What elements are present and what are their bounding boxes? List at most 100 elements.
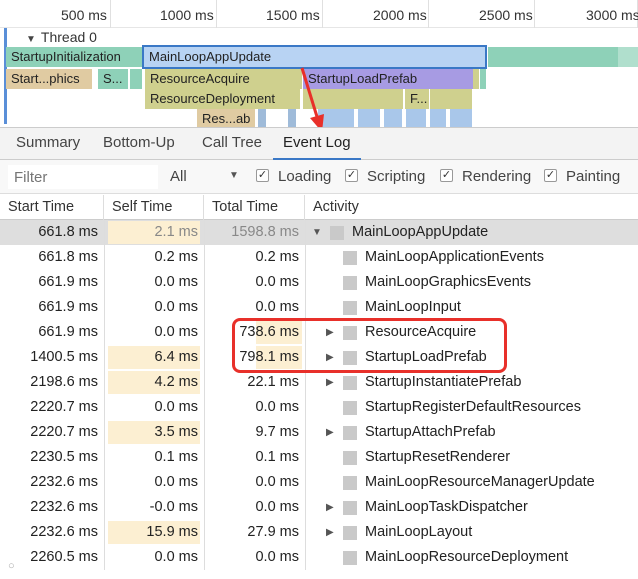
tab-call-tree[interactable]: Call Tree — [202, 128, 262, 160]
table-row[interactable]: 661.8 ms 0.2 ms 0.2 ms MainLoopApplicationE… — [0, 245, 638, 270]
category-select[interactable]: All — [170, 168, 187, 185]
filter-bar: All ▼ ✓ Loading ✓ Scripting ✓ Rendering … — [0, 160, 638, 194]
tab-event-log[interactable]: Event Log — [273, 128, 361, 160]
expand-right-icon[interactable]: ▶ — [326, 370, 334, 395]
total-time-cell: 0.0 ms — [255, 549, 299, 565]
loading-checkbox-label[interactable]: Loading — [278, 168, 331, 185]
flame-block[interactable] — [288, 109, 296, 127]
column-divider — [305, 395, 306, 420]
collapse-triangle-icon[interactable]: ▼ — [26, 34, 36, 45]
column-divider — [305, 220, 306, 245]
column-header-self-time[interactable]: Self Time — [104, 195, 204, 220]
flame-block-f[interactable]: F... — [405, 89, 429, 109]
self-time-cell: 0.0 ms — [154, 399, 198, 415]
activity-color-swatch-icon — [343, 251, 357, 265]
start-time-cell: 661.8 ms — [38, 249, 98, 265]
column-header-start-time[interactable]: Start Time — [0, 195, 104, 220]
table-row[interactable]: 2220.7 ms 3.5 ms 9.7 ms ▶ StartupAttachPrefa… — [0, 420, 638, 445]
filter-input[interactable] — [8, 165, 158, 189]
ruler-label: 1500 ms — [266, 7, 320, 23]
flame-block[interactable] — [258, 109, 266, 127]
total-time-cell: 27.9 ms — [247, 524, 299, 540]
table-row[interactable]: 2260.5 ms 0.0 ms 0.0 ms MainLoopResourceDep… — [0, 545, 638, 570]
activity-name: MainLoopResourceManagerUpdate — [365, 474, 595, 490]
table-row[interactable]: 661.9 ms 0.0 ms 0.0 ms MainLoopGraphicsEven… — [0, 270, 638, 295]
flame-block[interactable] — [430, 89, 472, 109]
start-time-cell: 2232.6 ms — [30, 524, 98, 540]
column-divider — [305, 370, 306, 395]
activity-name: MainLoopGraphicsEvents — [365, 274, 532, 290]
watermark-logo: ○ — [8, 560, 15, 572]
activity-name: StartupInstantiatePrefab — [365, 374, 522, 390]
flame-block[interactable] — [430, 109, 446, 127]
self-time-cell: 15.9 ms — [146, 524, 198, 540]
event-log-table[interactable]: 661.8 ms 2.1 ms 1598.8 ms ▼ MainLoopAppUpdat… — [0, 220, 638, 579]
flame-block[interactable] — [384, 109, 402, 127]
expand-right-icon[interactable]: ▶ — [326, 420, 334, 445]
flame-block-startup-initialization[interactable]: StartupInitialization — [6, 47, 142, 67]
painting-checkbox[interactable]: ✓ — [544, 169, 557, 182]
column-divider — [305, 270, 306, 295]
ruler-tick — [110, 0, 111, 28]
flame-block[interactable] — [358, 109, 380, 127]
column-header-activity[interactable]: Activity — [305, 195, 638, 220]
flame-block-res-ab[interactable]: Res...ab — [197, 109, 255, 127]
activity-color-swatch-icon — [343, 451, 357, 465]
dropdown-arrow-icon[interactable]: ▼ — [229, 170, 239, 181]
scripting-checkbox-label[interactable]: Scripting — [367, 168, 425, 185]
flame-block-resource-deployment[interactable]: ResourceDeployment — [145, 89, 300, 109]
column-divider — [305, 545, 306, 570]
flame-block-start-phics[interactable]: Start...phics — [6, 69, 92, 89]
flame-block[interactable] — [618, 47, 638, 67]
column-divider — [305, 470, 306, 495]
tab-bottom-up[interactable]: Bottom-Up — [103, 128, 175, 160]
thread-label: Thread 0 — [40, 29, 97, 45]
flame-block-s[interactable]: S... — [98, 69, 128, 89]
flame-block-startup-load-prefab[interactable]: StartupLoadPrefab — [303, 69, 473, 89]
self-time-cell: 3.5 ms — [154, 424, 198, 440]
expand-right-icon[interactable]: ▶ — [326, 495, 334, 520]
flame-block[interactable] — [480, 69, 486, 89]
table-row[interactable]: 2198.6 ms 4.2 ms 22.1 ms ▶ StartupInstantiat… — [0, 370, 638, 395]
ruler-label: 1000 ms — [160, 7, 214, 23]
loading-checkbox[interactable]: ✓ — [256, 169, 269, 182]
start-time-cell: 2198.6 ms — [30, 374, 98, 390]
expand-down-icon[interactable]: ▼ — [312, 220, 322, 245]
total-time-cell: 0.0 ms — [255, 499, 299, 515]
self-time-cell: 0.1 ms — [154, 449, 198, 465]
highlight-annotation-box — [232, 318, 507, 373]
scripting-checkbox[interactable]: ✓ — [345, 169, 358, 182]
expand-right-icon[interactable]: ▶ — [326, 520, 334, 545]
flame-block-resource-acquire[interactable]: ResourceAcquire — [145, 69, 302, 89]
flame-block[interactable] — [450, 109, 472, 127]
total-time-cell: 0.0 ms — [255, 399, 299, 415]
table-row[interactable]: 661.9 ms 0.0 ms 0.0 ms MainLoopInput — [0, 295, 638, 320]
thread-header[interactable]: ▼ Thread 0 — [26, 29, 97, 45]
self-time-cell: 0.0 ms — [154, 299, 198, 315]
flame-block[interactable] — [406, 109, 426, 127]
rendering-checkbox[interactable]: ✓ — [440, 169, 453, 182]
painting-checkbox-label[interactable]: Painting — [566, 168, 620, 185]
flame-block[interactable] — [130, 69, 142, 89]
activity-name: MainLoopTaskDispatcher — [365, 499, 528, 515]
table-row[interactable]: 661.8 ms 2.1 ms 1598.8 ms ▼ MainLoopAppUpdat… — [0, 220, 638, 245]
self-time-cell: 2.1 ms — [154, 224, 198, 240]
flame-block[interactable] — [473, 69, 479, 89]
ruler-tick — [216, 0, 217, 28]
table-row[interactable]: 2232.6 ms 15.9 ms 27.9 ms ▶ MainLoopLayout — [0, 520, 638, 545]
tab-bar: Summary Bottom-Up Call Tree Event Log — [0, 127, 638, 160]
column-header-total-time[interactable]: Total Time — [204, 195, 305, 220]
table-row[interactable]: 2232.6 ms 0.0 ms 0.0 ms MainLoopResourceMan… — [0, 470, 638, 495]
rendering-checkbox-label[interactable]: Rendering — [462, 168, 531, 185]
column-divider — [305, 420, 306, 445]
activity-name: MainLoopResourceDeployment — [365, 549, 569, 565]
start-time-cell: 661.9 ms — [38, 274, 98, 290]
table-row[interactable]: 2232.6 ms -0.0 ms 0.0 ms ▶ MainLoopTaskDispa… — [0, 495, 638, 520]
activity-color-swatch-icon — [343, 426, 357, 440]
total-time-cell: 0.2 ms — [255, 249, 299, 265]
table-row[interactable]: 2230.5 ms 0.1 ms 0.1 ms StartupResetRendere… — [0, 445, 638, 470]
ruler-label: 500 ms — [61, 7, 107, 23]
flame-block[interactable] — [488, 47, 618, 67]
table-row[interactable]: 2220.7 ms 0.0 ms 0.0 ms StartupRegisterDefa… — [0, 395, 638, 420]
tab-summary[interactable]: Summary — [16, 128, 80, 160]
